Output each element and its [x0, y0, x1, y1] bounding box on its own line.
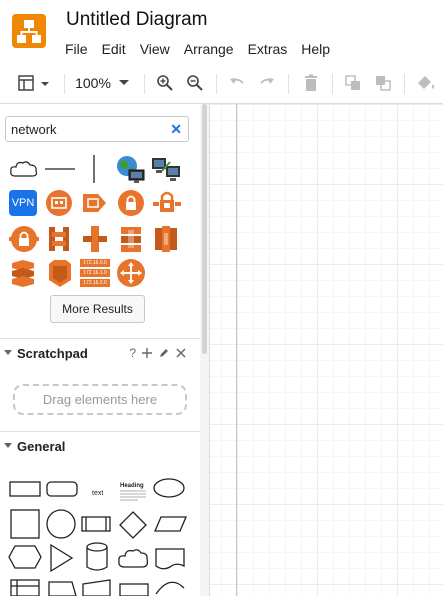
vpn-icon[interactable]: VPN	[9, 190, 37, 216]
aws-lock-circle-icon[interactable]	[9, 225, 39, 253]
rounded-rectangle-shape	[46, 481, 78, 497]
triangle-shape	[50, 543, 74, 573]
square-shape	[10, 509, 40, 539]
menu-arrange[interactable]: Arrange	[177, 40, 241, 58]
parallelogram-shape	[154, 516, 187, 532]
help-icon[interactable]: ?	[129, 346, 136, 360]
shape-search-input[interactable]	[11, 120, 161, 138]
redo-icon	[260, 78, 274, 84]
toolbar: 100%	[0, 64, 443, 104]
zoom-level: 100%	[75, 75, 111, 91]
chevron-down-icon	[41, 82, 49, 86]
zoom-out-icon	[187, 75, 203, 91]
more-results-button[interactable]: More Results	[50, 295, 145, 323]
aws-directions-icon[interactable]	[116, 258, 146, 288]
sidebar-scrollbar-thumb[interactable]	[202, 104, 207, 354]
caret-down-icon	[4, 443, 12, 448]
cloud-shape[interactable]	[8, 158, 40, 180]
clear-search-icon[interactable]: ✕	[170, 121, 182, 137]
shape-search-box: ✕	[5, 116, 189, 142]
aws-gateway-icon[interactable]	[151, 189, 183, 217]
to-back-icon	[376, 76, 391, 91]
ellipse-shape	[153, 478, 185, 498]
aws-shield-icon[interactable]	[45, 258, 75, 288]
redo-button[interactable]	[256, 72, 278, 94]
scratchpad-header[interactable]: Scratchpad ?	[0, 338, 200, 368]
vertical-line-shape[interactable]	[88, 154, 100, 184]
aws-subnets-icon[interactable]: 172.16.0.0 172.16.1.0 172.16.2.0	[80, 259, 110, 287]
scratchpad-actions: ?	[129, 346, 186, 360]
diagram-title[interactable]: Untitled Diagram	[66, 9, 208, 31]
close-icon[interactable]	[176, 348, 186, 358]
menu-file[interactable]: File	[58, 40, 95, 58]
vpn-label: VPN	[11, 197, 35, 209]
undo-button[interactable]	[226, 72, 248, 94]
fill-color-button[interactable]	[414, 72, 438, 94]
aws-route-icon[interactable]	[117, 224, 145, 254]
page-boundary	[236, 104, 237, 596]
general-header[interactable]: General	[0, 431, 200, 461]
to-front-icon	[345, 75, 360, 90]
aws-layers-icon[interactable]	[9, 258, 37, 288]
subnet-label: 172.16.0.0	[80, 259, 110, 267]
fill-color-icon	[418, 76, 434, 89]
aws-router-icon[interactable]	[45, 189, 73, 217]
card-shape	[48, 581, 77, 596]
aws-stack-icon[interactable]	[152, 224, 180, 254]
general-shapes-grid: text Heading	[8, 478, 187, 596]
process-shape	[119, 583, 149, 596]
aws-arrow-icon[interactable]	[80, 189, 108, 217]
general-title: General	[17, 439, 66, 454]
diagram-canvas[interactable]	[210, 104, 443, 596]
hexagon-shape	[8, 545, 42, 569]
to-back-button[interactable]	[372, 72, 394, 94]
subnet-label: 172.16.1.0	[80, 269, 110, 277]
document-shape	[155, 548, 185, 570]
menu-extras[interactable]: Extras	[241, 40, 295, 58]
diamond-shape	[119, 511, 147, 539]
zoom-in-icon	[157, 75, 173, 91]
manual-input-shape	[82, 579, 111, 596]
line-shape[interactable]	[44, 164, 76, 174]
aws-lock-icon[interactable]	[117, 189, 145, 217]
delete-button[interactable]	[300, 72, 322, 94]
zoom-out-button[interactable]	[184, 72, 206, 94]
delete-icon	[305, 74, 317, 91]
menu-bar: File Edit View Arrange Extras Help	[58, 40, 337, 58]
format-panel-button[interactable]	[16, 72, 52, 94]
computers-network-icon[interactable]	[150, 154, 184, 184]
cloud-shape	[118, 549, 149, 568]
to-front-button[interactable]	[342, 72, 364, 94]
drawio-logo[interactable]	[12, 14, 46, 48]
add-icon[interactable]	[142, 348, 152, 358]
aws-direct-connect-icon[interactable]	[81, 224, 109, 254]
shapes-sidebar: ✕ VPN	[0, 104, 200, 596]
rectangle-shape	[9, 481, 41, 497]
scratchpad-title: Scratchpad	[17, 346, 88, 361]
scratchpad-dropzone[interactable]: Drag elements here	[13, 384, 187, 415]
menu-help[interactable]: Help	[294, 40, 337, 58]
aws-vpc-icon[interactable]	[46, 224, 72, 254]
edit-icon[interactable]	[158, 347, 170, 359]
globe-network-icon[interactable]	[114, 154, 146, 184]
heading-shape[interactable]: Heading	[120, 483, 144, 489]
zoom-in-button[interactable]	[154, 72, 176, 94]
curve-shape	[155, 581, 185, 595]
chevron-down-icon	[118, 80, 129, 85]
menu-edit[interactable]: Edit	[95, 40, 133, 58]
undo-icon	[230, 78, 244, 84]
zoom-dropdown[interactable]: 100%	[74, 72, 132, 94]
menu-view[interactable]: View	[133, 40, 177, 58]
app-header: Untitled Diagram File Edit View Arrange …	[0, 0, 443, 64]
caret-down-icon	[4, 350, 12, 355]
circle-shape	[46, 509, 76, 539]
internal-storage-shape	[10, 579, 40, 596]
format-panel-icon	[18, 75, 49, 91]
text-shape[interactable]: text	[92, 490, 103, 497]
subnet-label: 172.16.2.0	[80, 279, 110, 287]
